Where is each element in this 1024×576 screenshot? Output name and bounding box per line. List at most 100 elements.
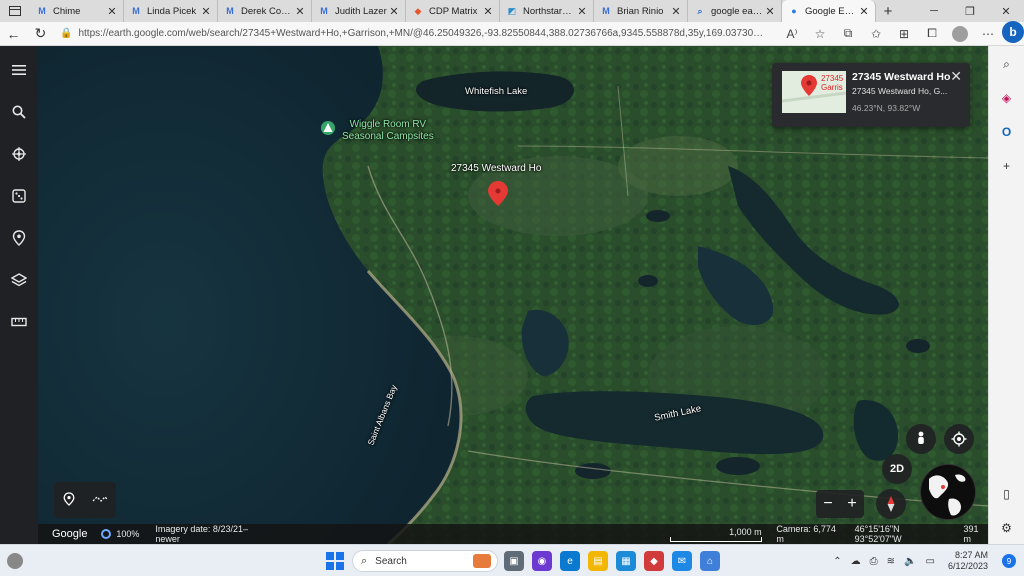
tab-title: Derek Cooper [241,5,293,17]
file-explorer-icon[interactable]: ▤ [588,551,608,571]
collections-icon[interactable]: ⊞ [890,22,918,46]
compass-icon[interactable] [876,489,906,519]
browser-tab[interactable]: M Judith Lazer ✕ [312,0,406,22]
street-view-pegman-icon[interactable] [906,424,936,454]
battery-icon[interactable]: ▭ [926,556,935,567]
extensions-icon[interactable]: ⧠ [918,22,946,46]
tab-close-icon[interactable]: ✕ [105,5,119,18]
bing-copilot-icon[interactable]: b [1002,20,1024,43]
teams-chat-icon[interactable]: ◉ [532,551,552,571]
volume-icon[interactable]: 🔈 [904,556,916,567]
imagery-date[interactable]: Imagery date: 8/23/21–newer [155,524,270,544]
add-sidebar-icon[interactable]: + [997,156,1017,176]
new-tab-button[interactable]: + [876,3,900,20]
clock[interactable]: 8:27 AM 6/12/2023 [948,550,988,572]
favorites-icon[interactable]: ✩ [862,22,890,46]
ms-store-icon[interactable]: ▦ [616,551,636,571]
zoom-out-button[interactable]: − [823,495,832,513]
app-icon[interactable]: ◆ [644,551,664,571]
window-close-icon[interactable]: ✕ [988,0,1024,22]
profile-avatar[interactable] [952,25,968,42]
tab-close-icon[interactable]: ✕ [857,5,871,18]
browser-tab[interactable]: ● Google Earth ✕ [782,0,876,22]
browser-tab[interactable]: M Chime ✕ [30,0,124,22]
settings-gear-icon[interactable]: ⚙ [997,518,1017,538]
mail-icon[interactable]: ✉ [672,551,692,571]
lock-icon: 🔒 [60,28,73,39]
dice-feeling-lucky-icon[interactable] [9,186,29,206]
split-screen-icon[interactable]: ⧉ [834,22,862,46]
read-aloud-icon[interactable]: A⁾ [778,22,806,46]
browser-tab[interactable]: M Brian Rinio ✕ [594,0,688,22]
shopping-icon[interactable]: ◈ [997,88,1017,108]
earth-left-rail [0,46,38,544]
projects-pin-icon[interactable] [9,228,29,248]
browser-tab[interactable]: ⌕ google earth ✕ [688,0,782,22]
toggle-2d-button[interactable]: 2D [882,454,912,484]
maximize-icon[interactable]: ❐ [952,0,988,22]
zoom-in-button[interactable]: + [847,495,856,513]
close-card-icon[interactable]: ✕ [950,68,962,85]
tab-close-icon[interactable]: ✕ [293,5,307,18]
load-percent: 100% [116,529,140,539]
voyager-wheel-icon[interactable] [9,144,29,164]
place-info-card[interactable]: 27345 Garris 27345 Westward Ho 27345 Wes… [772,63,970,127]
pin-label[interactable]: 27345 Westward Ho [451,163,541,174]
tab-close-icon[interactable]: ✕ [575,5,589,18]
onedrive-icon[interactable]: ☁ [851,556,861,567]
tab-favicon-icon: M [38,6,46,16]
browser-tab[interactable]: M Derek Cooper✕ [218,0,312,22]
tab-close-icon[interactable]: ✕ [763,5,777,18]
address-bar[interactable]: 🔒 https://earth.google.com/web/search/27… [54,24,774,44]
printer-icon[interactable]: ⎙ [870,556,878,567]
edge-sidebar: ⌕ ◈ O + ▯ ⚙ [988,46,1024,544]
tab-favicon-icon: M [132,6,140,16]
camera-altitude: Camera: 6,774 m [776,524,836,544]
browser-tab[interactable]: M Linda Picek ✕ [124,0,218,22]
map-style-layers-icon[interactable] [9,270,29,290]
edge-browser-icon[interactable]: e [560,551,580,571]
wifi-icon[interactable]: ≋ [887,556,895,567]
tab-title: Chime [53,5,81,17]
measure-ruler-icon[interactable] [9,312,29,332]
zoom-app-icon[interactable]: ⌂ [700,551,720,571]
tab-title: Judith Lazer [335,5,387,17]
search-highlight-icon [473,554,491,568]
more-menu-icon[interactable]: ⋯ [974,22,1002,46]
menu-icon[interactable] [9,60,29,80]
outlook-icon[interactable]: O [997,122,1017,142]
draw-path-icon[interactable] [92,493,108,507]
add-placemark-icon[interactable] [63,491,75,509]
weather-icon[interactable] [7,552,23,569]
scale-bar[interactable]: 1,000 m [670,526,763,542]
search-icon[interactable]: ⌕ [997,54,1017,74]
google-logo: Google [52,528,88,540]
tab-close-icon[interactable]: ✕ [481,5,495,18]
sidebar-panel-icon[interactable]: ▯ [997,484,1017,504]
tab-title: NorthstarMLS [523,5,575,17]
mini-globe[interactable] [920,464,976,520]
refresh-button[interactable]: ↻ [27,22,54,46]
notification-badge[interactable]: 9 [1002,554,1016,568]
tray-chevron-icon[interactable]: ⌃ [833,556,841,567]
tab-title: Linda Picek [147,5,197,17]
satellite-map[interactable]: Whitefish Lake Wiggle Room RV Seasonal C… [38,46,988,544]
workspaces-icon[interactable] [0,0,30,22]
minimize-icon[interactable]: ─ [916,0,952,22]
tab-title: google earth [711,5,763,17]
tab-close-icon[interactable]: ✕ [199,5,213,18]
windows-start-icon[interactable] [326,552,344,570]
tab-close-icon[interactable]: ✕ [669,5,683,18]
taskbar-search[interactable]: ⌕ Search [352,550,498,572]
browser-tab[interactable]: ◩ NorthstarMLS✕ [500,0,594,22]
tab-title: Google Earth [805,5,857,17]
scale-label: 1,000 m [729,526,762,537]
campsite-label[interactable]: Wiggle Room RV Seasonal Campsites [342,119,434,143]
tab-close-icon[interactable]: ✕ [387,5,401,18]
search-icon[interactable] [9,102,29,122]
my-location-icon[interactable] [944,424,974,454]
favorite-star-icon[interactable]: ☆ [806,22,834,46]
task-view-icon[interactable]: ▣ [504,551,524,571]
browser-tab[interactable]: ◆ CDP Matrix ✕ [406,0,500,22]
back-button[interactable]: ← [0,22,27,46]
